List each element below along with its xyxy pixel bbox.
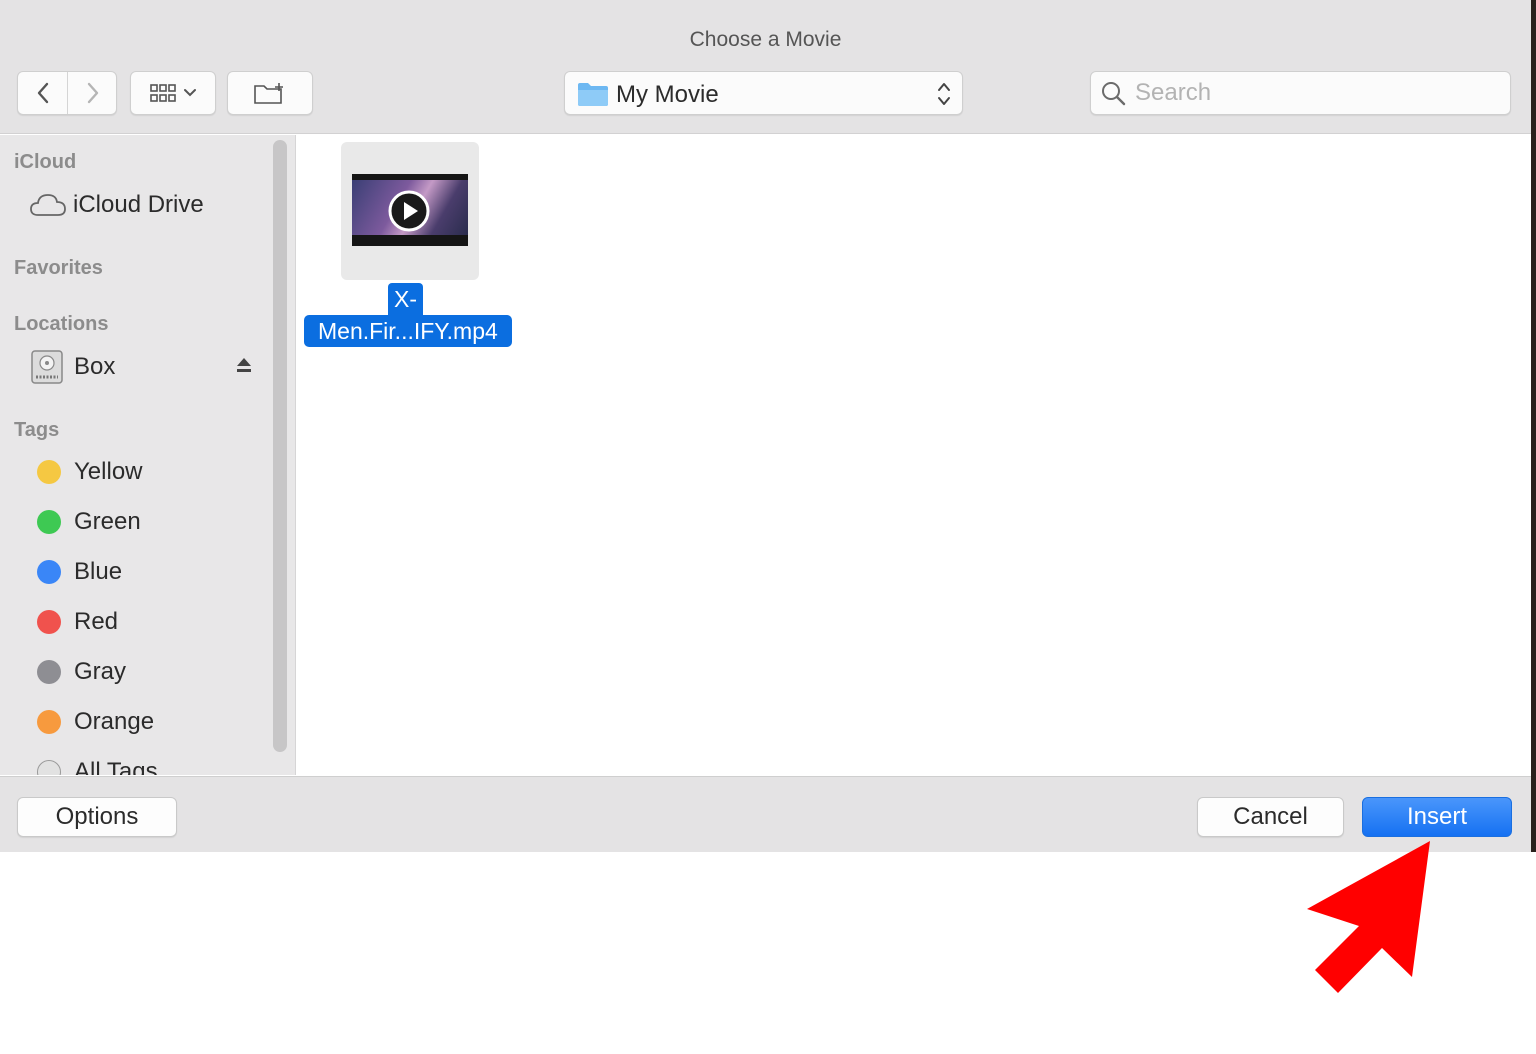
video-thumbnail bbox=[352, 174, 468, 246]
file-item-thumbnail[interactable] bbox=[341, 142, 479, 280]
sidebar-tag-all-tags[interactable]: All Tags bbox=[30, 752, 260, 775]
sidebar-item-label: Box bbox=[74, 353, 116, 380]
red-pointer-arrow-icon bbox=[1307, 841, 1430, 993]
tag-color-dot bbox=[37, 710, 61, 734]
file-browser: X- Men.Fir...IFY.mp4 bbox=[297, 135, 1531, 775]
search-input[interactable] bbox=[1135, 78, 1495, 108]
location-label: My Movie bbox=[616, 81, 719, 108]
sidebar-tag-yellow[interactable]: Yellow bbox=[30, 452, 260, 492]
section-favorites: Favorites bbox=[14, 257, 103, 279]
options-button[interactable]: Options bbox=[17, 797, 177, 837]
forward-button[interactable] bbox=[68, 72, 117, 114]
search-icon bbox=[1102, 82, 1126, 106]
tag-color-dot bbox=[37, 460, 61, 484]
file-name-line2[interactable]: Men.Fir...IFY.mp4 bbox=[304, 315, 512, 347]
sidebar-tag-green[interactable]: Green bbox=[30, 502, 260, 542]
sidebar-item-box[interactable]: Box bbox=[30, 347, 260, 387]
folder-icon bbox=[578, 83, 608, 106]
new-folder-button[interactable] bbox=[227, 71, 313, 115]
sidebar-tag-blue[interactable]: Blue bbox=[30, 552, 260, 592]
sidebar-item-label: Blue bbox=[74, 558, 123, 585]
new-folder-icon bbox=[254, 83, 283, 104]
sidebar-tag-gray[interactable]: Gray bbox=[30, 652, 260, 692]
section-locations: Locations bbox=[14, 313, 109, 335]
tag-color-dot bbox=[37, 610, 61, 634]
sidebar-item-label: Yellow bbox=[74, 458, 143, 485]
sidebar-item-label: Green bbox=[74, 508, 141, 535]
location-popup-button[interactable]: My Movie bbox=[564, 71, 963, 115]
play-icon bbox=[388, 190, 430, 232]
sidebar-item-label: Red bbox=[74, 608, 119, 635]
sidebar-tag-orange[interactable]: Orange bbox=[30, 702, 260, 742]
tag-color-dot bbox=[37, 560, 61, 584]
view-options-button[interactable] bbox=[130, 71, 216, 115]
chevron-down-icon bbox=[184, 89, 196, 97]
eject-icon[interactable] bbox=[235, 356, 253, 374]
section-tags: Tags bbox=[14, 419, 60, 441]
dialog-toolbar: Choose a Movie My Movie Search bbox=[0, 0, 1531, 134]
icon-grid-icon bbox=[150, 84, 176, 102]
insert-button[interactable]: Insert bbox=[1362, 797, 1512, 837]
chevron-right-icon bbox=[87, 82, 98, 104]
tag-color-dot bbox=[37, 660, 61, 684]
all-tags-icon bbox=[37, 760, 61, 775]
section-icloud: iCloud bbox=[14, 151, 77, 173]
sidebar-item-label: Gray bbox=[74, 658, 127, 685]
cancel-button[interactable]: Cancel bbox=[1197, 797, 1344, 837]
search-field[interactable] bbox=[1090, 71, 1511, 115]
sidebar-item-label: iCloud Drive bbox=[73, 191, 204, 218]
sidebar: iCloud iCloud Drive Favorites Locations … bbox=[0, 135, 296, 775]
chevron-left-icon bbox=[37, 82, 48, 104]
cloud-icon bbox=[30, 186, 68, 224]
sidebar-item-label: Orange bbox=[74, 708, 155, 735]
window-edge bbox=[1531, 0, 1536, 852]
back-button[interactable] bbox=[18, 72, 67, 114]
navigation-buttons bbox=[17, 71, 117, 115]
file-name-line1[interactable]: X- bbox=[388, 283, 423, 316]
sidebar-scrollbar[interactable] bbox=[273, 140, 287, 752]
sidebar-tag-red[interactable]: Red bbox=[30, 602, 260, 642]
dialog-title: Choose a Movie bbox=[689, 28, 842, 51]
sidebar-item-label: All Tags bbox=[74, 758, 158, 775]
choose-movie-dialog: Choose a Movie My Movie Search iCloud iC… bbox=[0, 0, 1536, 852]
tag-color-dot bbox=[37, 510, 61, 534]
updown-arrows-icon bbox=[938, 83, 950, 105]
sidebar-item-icloud-drive[interactable]: iCloud Drive bbox=[30, 185, 260, 225]
external-drive-icon bbox=[30, 348, 68, 386]
